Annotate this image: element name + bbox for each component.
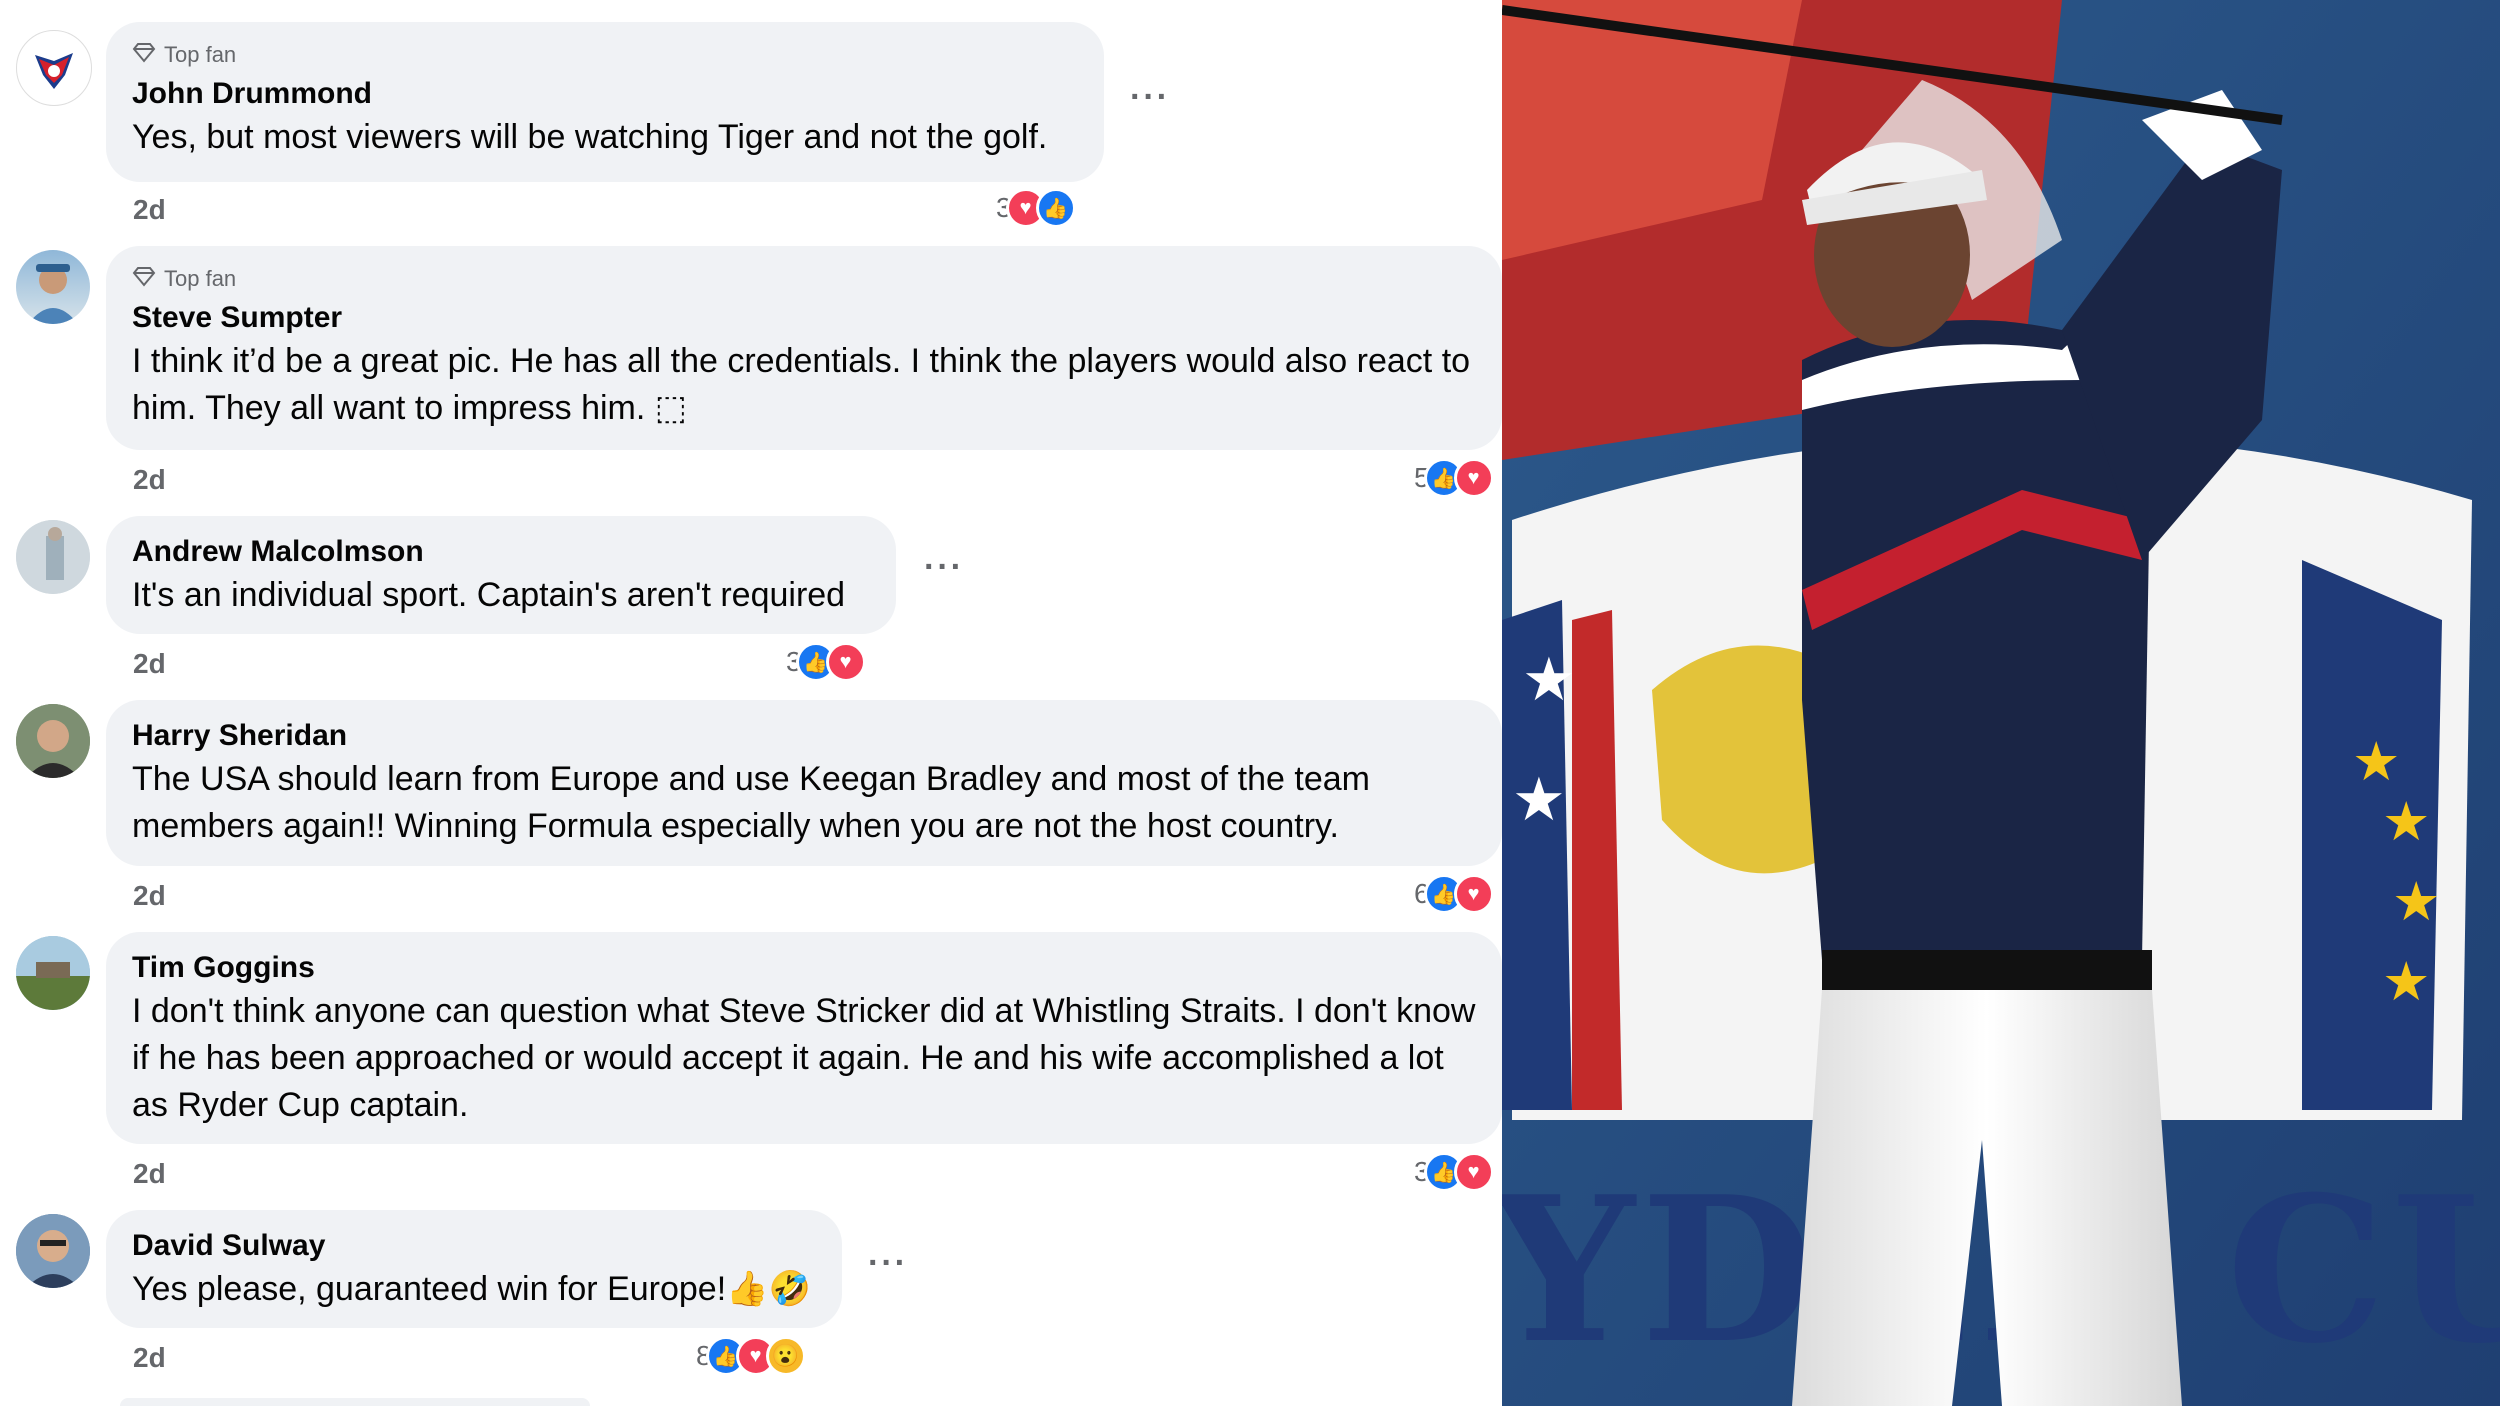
more-options-button[interactable]: ···	[868, 1244, 908, 1283]
comment-bubble: Andrew Malcolmson It's an individual spo…	[106, 516, 896, 634]
avatar[interactable]	[16, 250, 90, 324]
comment-bubble: Tim Goggins I don't think anyone can que…	[106, 932, 1502, 1144]
svg-text:★: ★	[2382, 950, 2430, 1013]
svg-text:★: ★	[1522, 645, 1576, 715]
comment-bubble: Top fan Steve Sumpter I think it’d be a …	[106, 246, 1502, 450]
comment-text: I don't think anyone can question what S…	[132, 992, 1476, 1124]
comment-bubble: David Sulway Yes please, guaranteed win …	[106, 1210, 842, 1328]
comment-bubble: Top fan John Drummond Yes, but most view…	[106, 22, 1104, 182]
diamond-icon	[132, 40, 156, 70]
comment-timestamp[interactable]: 2d	[133, 464, 166, 496]
reactions-summary[interactable]: 6 👍 ♥	[1414, 873, 1494, 915]
svg-text:★: ★	[2382, 790, 2430, 853]
comment-text: Yes, but most viewers will be watching T…	[132, 118, 1048, 156]
reactions-summary[interactable]: 5 👍 ♥	[1414, 457, 1494, 499]
reactions-summary[interactable]: 8 👍 ♥ 😮	[696, 1335, 806, 1377]
svg-text:★: ★	[2352, 730, 2400, 793]
avatar[interactable]	[16, 704, 90, 778]
avatar[interactable]	[16, 1214, 90, 1288]
svg-text:★: ★	[2392, 870, 2440, 933]
next-comment-bubble-edge	[120, 1398, 590, 1406]
love-icon: ♥	[825, 642, 866, 682]
reactions-summary[interactable]: 3 ♥ 👍	[996, 187, 1076, 229]
comment-bubble: Harry Sheridan The USA should learn from…	[106, 700, 1502, 866]
commenter-name[interactable]: David Sulway	[132, 1226, 816, 1266]
commenter-name[interactable]: Steve Sumpter	[132, 298, 1476, 338]
comment-timestamp[interactable]: 2d	[133, 1342, 166, 1374]
svg-text:★: ★	[1512, 765, 1566, 835]
avatar[interactable]	[16, 936, 90, 1010]
comment-text: The USA should learn from Europe and use…	[132, 760, 1370, 845]
comment-timestamp[interactable]: 2d	[133, 648, 166, 680]
commenter-name[interactable]: Tim Goggins	[132, 948, 1476, 988]
comments-panel: Top fan John Drummond Yes, but most view…	[0, 0, 1502, 1406]
reactions-summary[interactable]: 3 👍 ♥	[786, 641, 866, 683]
comment-text: It's an individual sport. Captain's aren…	[132, 576, 846, 614]
love-icon: ♥	[1453, 1152, 1494, 1192]
love-icon: ♥	[1453, 458, 1494, 498]
reactions-summary[interactable]: 3 👍 ♥	[1414, 1151, 1494, 1193]
comment-timestamp[interactable]: 2d	[133, 1158, 166, 1190]
like-icon: 👍	[1035, 188, 1076, 228]
more-options-button[interactable]: ···	[924, 548, 964, 587]
comment-timestamp[interactable]: 2d	[133, 194, 166, 226]
diamond-icon	[132, 264, 156, 294]
wow-icon: 😮	[765, 1336, 806, 1376]
avatar[interactable]	[16, 30, 92, 106]
golfer-photo: ★ ★ ★ ★ ★ ★ YDER CUP	[1502, 0, 2500, 1406]
badge-label: Top fan	[164, 266, 237, 291]
top-fan-badge: Top fan	[132, 40, 1078, 70]
commenter-name[interactable]: Harry Sheridan	[132, 716, 1476, 756]
commenter-name[interactable]: John Drummond	[132, 74, 1078, 114]
badge-label: Top fan	[164, 42, 237, 67]
top-fan-badge: Top fan	[132, 264, 1476, 294]
avatar[interactable]	[16, 520, 90, 594]
comment-timestamp[interactable]: 2d	[133, 880, 166, 912]
comment-text: I think it’d be a great pic. He has all …	[132, 342, 1471, 427]
commenter-name[interactable]: Andrew Malcolmson	[132, 532, 870, 572]
comment-text: Yes please, guaranteed win for Europe!👍🤣	[132, 1270, 811, 1308]
more-options-button[interactable]: ···	[1130, 78, 1170, 117]
love-icon: ♥	[1453, 874, 1494, 914]
